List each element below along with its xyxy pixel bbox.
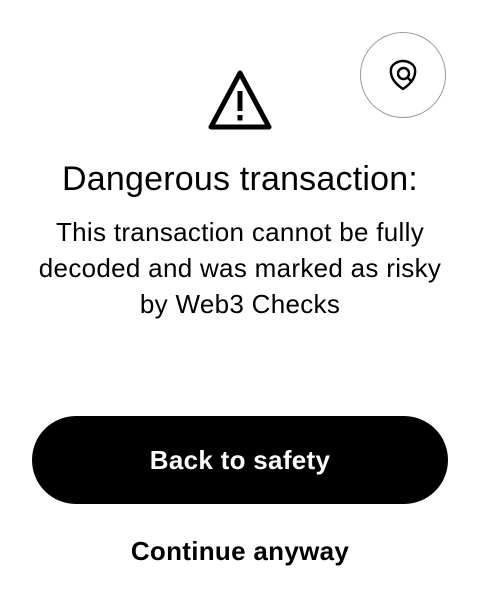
alert-title: Dangerous transaction: [62, 160, 418, 198]
back-to-safety-button[interactable]: Back to safety [32, 416, 448, 504]
web3-checks-button[interactable] [360, 32, 446, 118]
back-to-safety-label: Back to safety [149, 444, 331, 475]
warning-triangle-icon [208, 69, 272, 131]
shield-search-icon [386, 58, 420, 92]
alert-message: This transaction cannot be fully decoded… [38, 217, 442, 319]
continue-anyway-button[interactable]: Continue anyway [0, 532, 480, 570]
